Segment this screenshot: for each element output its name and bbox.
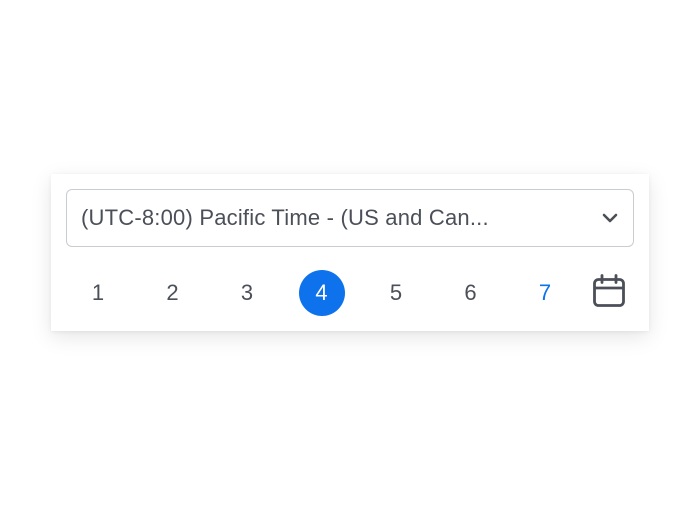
day-2[interactable]: 2 — [150, 270, 196, 316]
day-1[interactable]: 1 — [75, 270, 121, 316]
day-7-today[interactable]: 7 — [522, 270, 568, 316]
chevron-down-icon — [599, 207, 621, 229]
timezone-day-picker-card: (UTC-8:00) Pacific Time - (US and Can...… — [51, 174, 649, 331]
calendar-icon — [591, 273, 627, 314]
calendar-button[interactable] — [589, 273, 629, 313]
timezone-select-value: (UTC-8:00) Pacific Time - (US and Can... — [81, 205, 489, 230]
day-4-selected[interactable]: 4 — [298, 270, 345, 316]
timezone-select[interactable]: (UTC-8:00) Pacific Time - (US and Can... — [66, 189, 634, 247]
day-3[interactable]: 3 — [224, 270, 270, 316]
day-5[interactable]: 5 — [373, 270, 419, 316]
day-strip: 1 2 3 4 5 6 7 — [75, 270, 635, 316]
day-6[interactable]: 6 — [448, 270, 494, 316]
